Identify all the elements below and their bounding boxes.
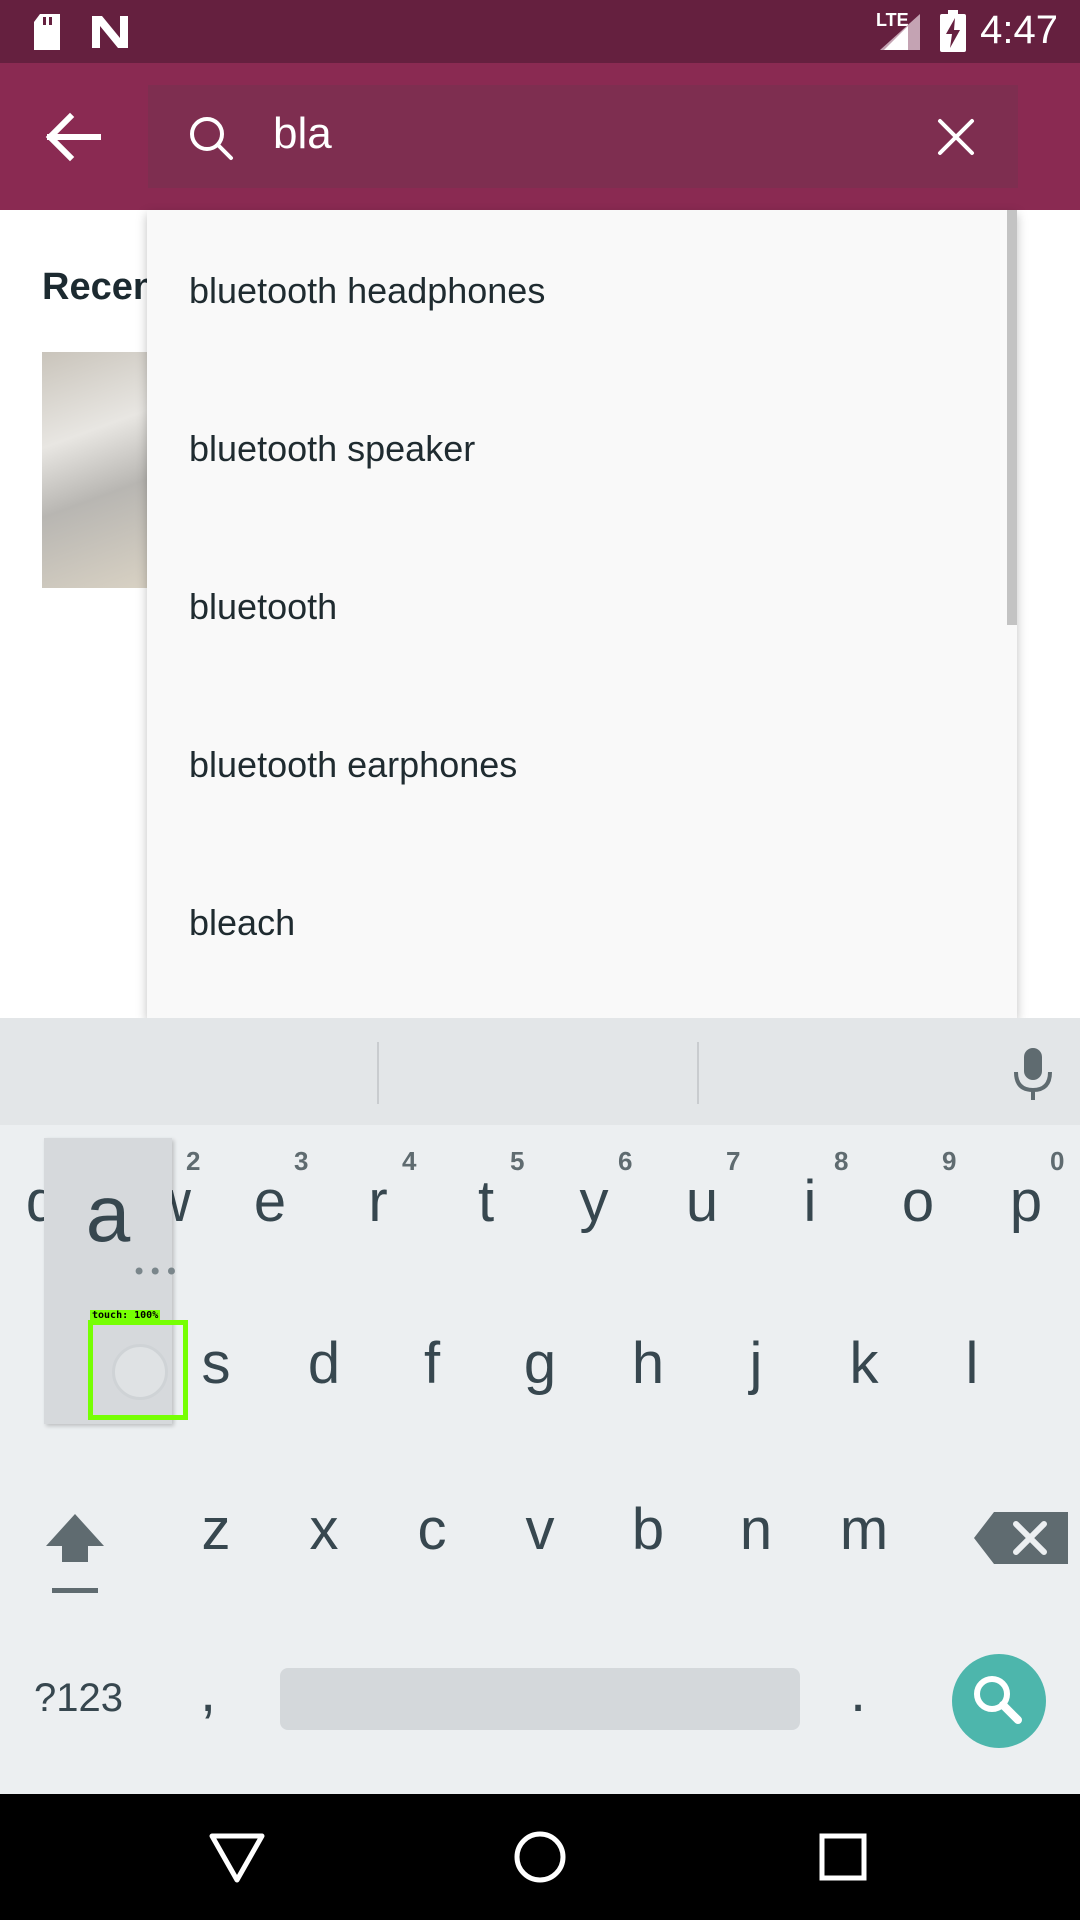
home-circle-icon[interactable] xyxy=(509,1826,571,1888)
search-input[interactable]: bla xyxy=(273,109,332,159)
key-n[interactable]: n xyxy=(716,1496,796,1563)
n-logo-icon xyxy=(92,16,128,48)
more-keys-indicator: ••• xyxy=(132,1258,181,1286)
search-suggestions-list: bluetooth headphones bluetooth speaker b… xyxy=(147,210,1017,1018)
key-m[interactable]: m xyxy=(824,1496,904,1563)
key-z[interactable]: z xyxy=(176,1496,256,1563)
key-k[interactable]: k xyxy=(824,1330,904,1397)
strip-divider xyxy=(697,1042,699,1104)
clock-time: 4:47 xyxy=(980,8,1058,52)
key-l[interactable]: l xyxy=(932,1330,1012,1397)
key-y[interactable]: y xyxy=(554,1168,634,1235)
suggestion-item[interactable]: bleach xyxy=(189,902,295,944)
microphone-icon[interactable] xyxy=(1008,1046,1058,1102)
strip-divider xyxy=(377,1042,379,1104)
search-action-key[interactable] xyxy=(952,1654,1046,1748)
key-i[interactable]: i xyxy=(770,1168,850,1235)
signal-icon xyxy=(880,14,920,50)
period-key[interactable]: . xyxy=(850,1658,866,1725)
suggestion-strip xyxy=(0,1018,1080,1125)
back-triangle-icon[interactable] xyxy=(206,1826,268,1888)
touch-indicator-label: touch: 100% xyxy=(90,1310,161,1321)
space-bar[interactable] xyxy=(280,1668,800,1730)
back-arrow-icon[interactable] xyxy=(40,103,108,171)
key-f[interactable]: f xyxy=(392,1330,472,1397)
shift-icon[interactable] xyxy=(40,1506,110,1596)
suggestion-item[interactable]: bluetooth headphones xyxy=(189,270,545,312)
search-toolbar: bla xyxy=(0,63,1080,210)
key-t[interactable]: t xyxy=(446,1168,526,1235)
key-b[interactable]: b xyxy=(608,1496,688,1563)
key-x[interactable]: x xyxy=(284,1496,364,1563)
battery-charging-icon xyxy=(940,10,966,52)
key-u[interactable]: u xyxy=(662,1168,742,1235)
suggestion-item[interactable]: bluetooth earphones xyxy=(189,744,517,786)
symbols-key[interactable]: ?123 xyxy=(34,1676,123,1721)
key-s[interactable]: s xyxy=(176,1330,256,1397)
search-icon xyxy=(974,1676,1022,1724)
soft-keyboard: 2 3 4 5 6 7 8 9 0 q w e r t y u i o p s … xyxy=(0,1018,1080,1794)
system-nav-bar xyxy=(0,1794,1080,1920)
recent-product-image[interactable] xyxy=(42,352,152,588)
suggestion-item[interactable]: bluetooth xyxy=(189,586,337,628)
search-field[interactable]: bla xyxy=(148,85,1018,188)
comma-key[interactable]: , xyxy=(200,1658,216,1725)
backspace-icon[interactable] xyxy=(972,1510,1072,1566)
key-d[interactable]: d xyxy=(284,1330,364,1397)
popup-letter: a xyxy=(85,1169,131,1258)
key-g[interactable]: g xyxy=(500,1330,580,1397)
key-o[interactable]: o xyxy=(878,1168,958,1235)
key-h[interactable]: h xyxy=(608,1330,688,1397)
close-icon[interactable] xyxy=(934,115,978,159)
key-e[interactable]: e xyxy=(230,1168,310,1235)
key-c[interactable]: c xyxy=(392,1496,472,1563)
sd-card-icon xyxy=(34,14,60,50)
touch-point xyxy=(112,1344,168,1400)
key-p[interactable]: p xyxy=(986,1168,1066,1235)
search-icon xyxy=(190,117,233,160)
suggestion-item[interactable]: bluetooth speaker xyxy=(189,428,475,470)
suggestions-scrollbar[interactable] xyxy=(1007,210,1017,625)
key-r[interactable]: r xyxy=(338,1168,418,1235)
key-j[interactable]: j xyxy=(716,1330,796,1397)
recent-section-title: Recen xyxy=(42,266,157,308)
key-v[interactable]: v xyxy=(500,1496,580,1563)
recents-square-icon[interactable] xyxy=(812,1826,874,1888)
status-bar: LTE 4:47 xyxy=(0,0,1080,63)
